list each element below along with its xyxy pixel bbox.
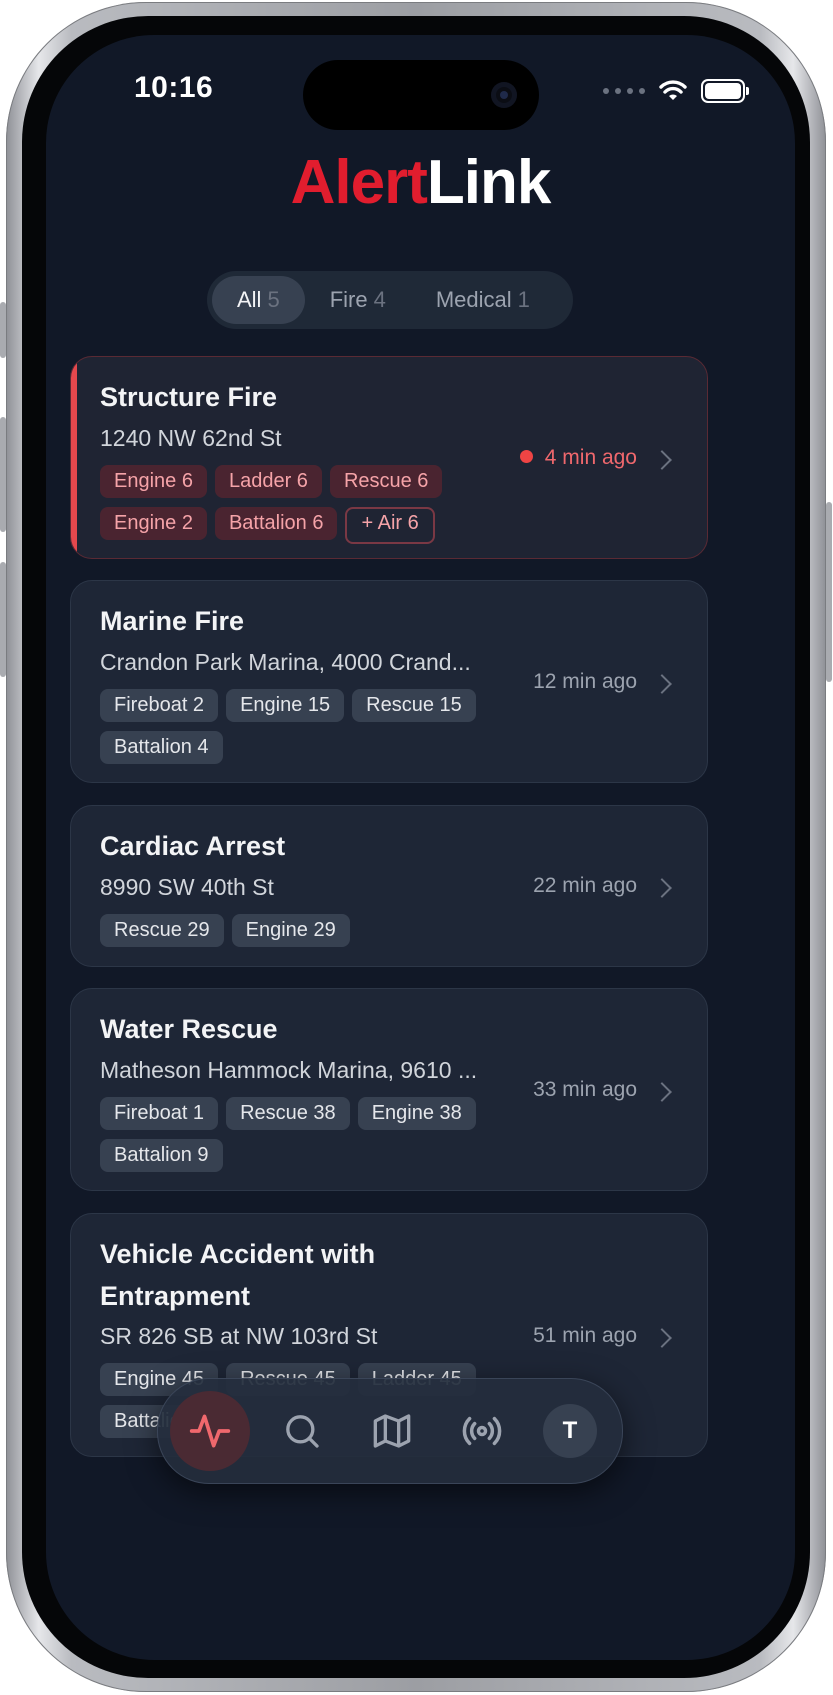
unit-tags: Fireboat 1 Rescue 38 Engine 38 Battalion…: [100, 1097, 520, 1172]
tab-profile[interactable]: T: [530, 1391, 610, 1471]
unit-tag: Engine 2: [100, 507, 207, 540]
incident-address: SR 826 SB at NW 103rd St: [100, 1323, 378, 1349]
unit-tag: Battalion 6: [214, 507, 338, 540]
unit-tag: Fireboat 1: [100, 1097, 219, 1130]
incident-title: Vehicle Accident with Entrapment: [100, 1239, 376, 1311]
incident-card[interactable]: Cardiac Arrest 8990 SW 40th St Rescue 29…: [70, 805, 708, 967]
incident-address: 1240 NW 62nd St: [100, 425, 282, 451]
live-indicator-icon: [519, 450, 533, 463]
filter-medical[interactable]: Medical 1: [411, 276, 555, 324]
chevron-right-icon: [652, 878, 672, 898]
unit-tag: Battalion 4: [100, 731, 223, 764]
status-time: 10:16: [134, 71, 214, 104]
phone-frame: 10:16 AlertLink All 5 Fire 4 Medical 1 S…: [0, 2, 832, 1692]
filter-segmented-control: All 5 Fire 4 Medical 1: [207, 271, 573, 329]
logo-alert: Alert: [290, 148, 428, 217]
unit-tags: Fireboat 2 Engine 15 Rescue 15 Battalion…: [100, 689, 520, 764]
incident-title: Water Rescue: [100, 1014, 278, 1044]
chevron-right-icon: [652, 1082, 672, 1102]
unit-tag: Engine 38: [357, 1097, 476, 1130]
incident-title: Structure Fire: [100, 382, 278, 412]
filter-count: 1: [517, 287, 530, 312]
unit-tag: Fireboat 2: [100, 689, 219, 722]
tab-search[interactable]: [262, 1391, 342, 1471]
chevron-right-icon: [652, 450, 672, 470]
filter-all[interactable]: All 5: [212, 276, 305, 324]
unit-tag: Rescue 15: [352, 689, 476, 722]
unit-tag: Battalion 9: [100, 1139, 223, 1172]
incident-time: 4 min ago: [519, 446, 637, 470]
incident-address: Matheson Hammock Marina, 9610 ...: [100, 1057, 478, 1083]
incident-card[interactable]: Structure Fire 1240 NW 62nd St Engine 6 …: [70, 356, 708, 559]
incident-title: Marine Fire: [100, 606, 245, 636]
screen: 10:16 AlertLink All 5 Fire 4 Medical 1 S…: [46, 35, 795, 1660]
chevron-right-icon: [652, 1328, 672, 1348]
tab-map[interactable]: [352, 1391, 432, 1471]
unit-tags: Engine 6 Ladder 6 Rescue 6 Engine 2 Batt…: [100, 465, 490, 544]
app-logo: AlertLink: [46, 147, 795, 218]
volume-up-button: [0, 417, 6, 532]
unit-tag: Engine 29: [231, 914, 350, 947]
status-icons: [603, 79, 749, 103]
filter-fire[interactable]: Fire 4: [305, 276, 411, 324]
signal-icon: [603, 88, 645, 94]
chevron-right-icon: [652, 674, 672, 694]
incident-time: 51 min ago: [533, 1324, 637, 1347]
incident-time: 33 min ago: [533, 1078, 637, 1101]
incident-title: Cardiac Arrest: [100, 831, 286, 861]
unit-tag: Rescue 38: [226, 1097, 350, 1130]
map-icon: [373, 1414, 411, 1448]
power-button: [826, 502, 832, 682]
action-button: [0, 302, 6, 358]
unit-tag: Rescue 29: [100, 914, 224, 947]
dynamic-island: [303, 60, 539, 130]
incident-card[interactable]: Marine Fire Crandon Park Marina, 4000 Cr…: [70, 580, 708, 783]
search-icon: [286, 1415, 319, 1448]
incident-card[interactable]: Water Rescue Matheson Hammock Marina, 96…: [70, 988, 708, 1191]
incident-address: Crandon Park Marina, 4000 Crand...: [100, 649, 471, 675]
camera-icon: [491, 82, 517, 108]
volume-down-button: [0, 562, 6, 677]
more-units-tag: + Air 6: [345, 507, 435, 544]
tab-activity[interactable]: [170, 1391, 250, 1471]
filter-count: 5: [267, 287, 280, 312]
incident-time: 22 min ago: [533, 874, 637, 897]
unit-tag: Rescue 6: [329, 465, 443, 498]
unit-tags: Rescue 29 Engine 29: [100, 914, 520, 947]
unit-tag: Engine 15: [226, 689, 345, 722]
unit-tag: Ladder 6: [214, 465, 322, 498]
logo-link: Link: [426, 148, 551, 217]
broadcast-icon: [462, 1416, 502, 1446]
activity-icon: [189, 1414, 231, 1448]
filter-count: 4: [373, 287, 386, 312]
battery-icon: [701, 79, 749, 103]
tab-broadcast[interactable]: [442, 1391, 522, 1471]
incident-address: 8990 SW 40th St: [100, 874, 274, 900]
wifi-icon: [659, 80, 687, 100]
tab-bar: T: [157, 1378, 623, 1484]
unit-tag: Engine 6: [100, 465, 207, 498]
incident-time: 12 min ago: [533, 670, 637, 693]
avatar: T: [543, 1404, 597, 1458]
